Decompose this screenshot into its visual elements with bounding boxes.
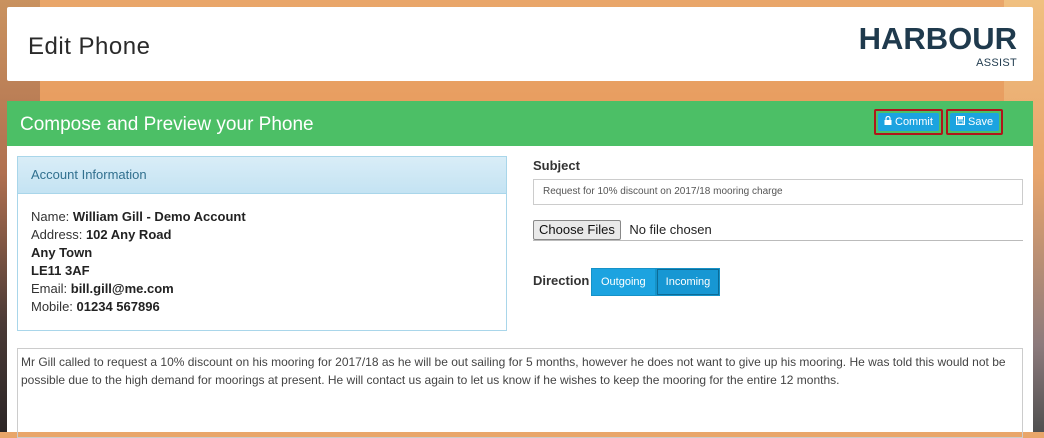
harbour-assist-logo: HARBOUR ASSIST bbox=[857, 21, 1017, 71]
notes-textarea[interactable]: Mr Gill called to request a 10% discount… bbox=[17, 348, 1023, 438]
page-header: Edit Phone HARBOUR ASSIST bbox=[7, 7, 1033, 81]
save-button[interactable]: Save bbox=[950, 113, 999, 131]
choose-files-button[interactable]: Choose Files bbox=[533, 220, 621, 240]
commit-button-label: Commit bbox=[895, 116, 933, 128]
direction-toggle: Outgoing Incoming bbox=[591, 268, 721, 296]
account-information-heading: Account Information bbox=[18, 157, 506, 194]
file-upload: Choose Files No file chosen bbox=[533, 220, 1023, 241]
subject-label: Subject bbox=[533, 158, 580, 173]
panel-header: Compose and Preview your Phone Commit Sa… bbox=[7, 101, 1033, 146]
commit-button[interactable]: Commit bbox=[878, 113, 939, 131]
file-status: No file chosen bbox=[629, 222, 712, 237]
account-email: bill.gill@me.com bbox=[70, 281, 174, 296]
panel-title: Compose and Preview your Phone bbox=[20, 114, 314, 135]
address-line-3: LE11 3AF bbox=[31, 263, 90, 278]
direction-incoming-button[interactable]: Incoming bbox=[655, 268, 721, 296]
logo-sub-text: ASSIST bbox=[976, 57, 1017, 69]
compose-panel: Compose and Preview your Phone Commit Sa… bbox=[7, 101, 1033, 438]
lock-icon bbox=[884, 115, 892, 128]
page-title: Edit Phone bbox=[28, 33, 151, 60]
floppy-disk-icon bbox=[956, 116, 965, 128]
mobile-label: Mobile: bbox=[31, 299, 73, 314]
direction-label: Direction bbox=[533, 273, 590, 288]
name-label: Name: bbox=[31, 209, 70, 224]
account-name: William Gill - Demo Account bbox=[72, 209, 246, 224]
address-line-2: Any Town bbox=[31, 245, 93, 260]
save-button-label: Save bbox=[968, 116, 994, 128]
account-email-row: Email: bill.gill@me.com bbox=[31, 280, 493, 298]
save-button-highlight: Save bbox=[946, 109, 1003, 135]
account-name-row: Name: William Gill - Demo Account bbox=[31, 208, 493, 226]
address-label: Address: bbox=[31, 227, 83, 242]
email-label: Email: bbox=[31, 281, 68, 296]
account-address-row: Address: 102 Any Road bbox=[31, 226, 493, 244]
logo-main-text: HARBOUR bbox=[858, 21, 1017, 56]
address-line-1: 102 Any Road bbox=[85, 227, 172, 242]
account-mobile-row: Mobile: 01234 567896 bbox=[31, 298, 493, 316]
subject-input[interactable]: Request for 10% discount on 2017/18 moor… bbox=[533, 179, 1023, 205]
account-mobile: 01234 567896 bbox=[76, 299, 160, 314]
account-details: Name: William Gill - Demo Account Addres… bbox=[18, 194, 506, 330]
commit-button-highlight: Commit bbox=[874, 109, 943, 135]
account-information-box: Account Information Name: William Gill -… bbox=[17, 156, 507, 331]
direction-outgoing-button[interactable]: Outgoing bbox=[591, 268, 656, 296]
